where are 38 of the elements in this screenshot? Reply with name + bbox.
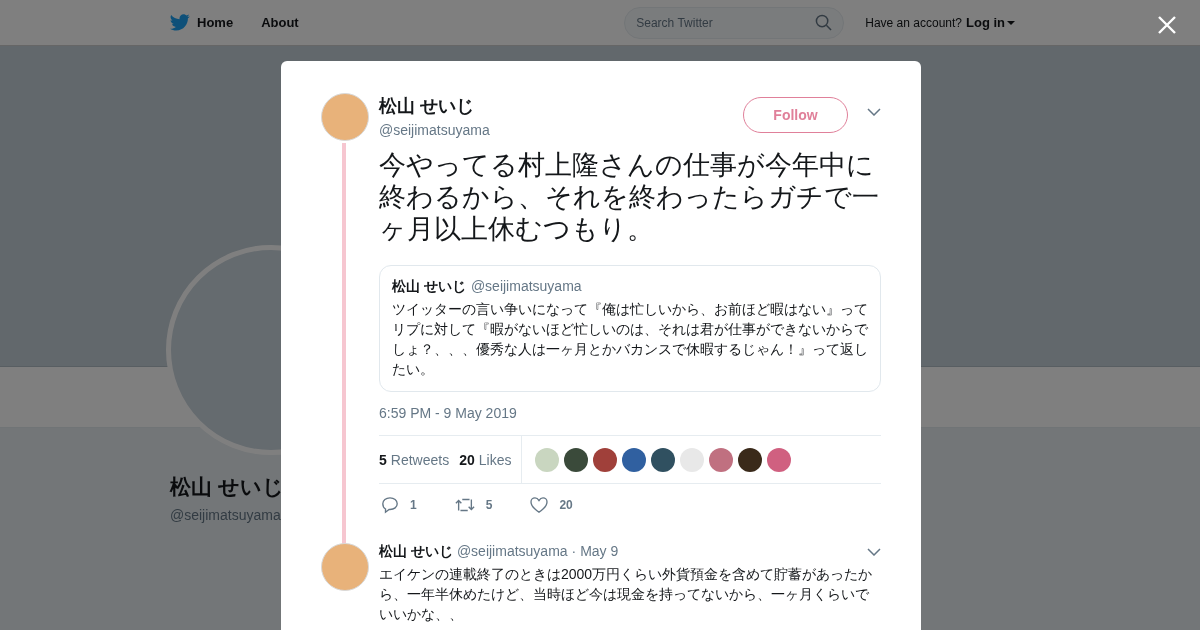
like-count[interactable]: 20 Likes — [459, 436, 523, 483]
action-count: 1 — [410, 498, 417, 512]
liker-avatar[interactable] — [738, 447, 763, 472]
bird-icon — [170, 14, 190, 31]
retweet-count[interactable]: 5 Retweets — [379, 451, 450, 468]
quoted-author-handle: @seijimatsuyama — [470, 278, 582, 294]
tweet-timestamp[interactable]: 6:59 PM - 9 May 2019 — [379, 405, 881, 427]
author-name[interactable]: 松山 せいじ — [379, 94, 743, 118]
quoted-tweet-text: ツイッターの言い争いになって『俺は忙しいから、お前ほど暇はない』ってリプに対して『暇がないほど忙しいのは、それは君が仕事ができないからでしょ？、、、優秀な人は一ヶ月とかバカンスで休暇するじゃん！』って返したい。 — [392, 300, 868, 379]
liker-avatar[interactable] — [593, 447, 618, 472]
action-count: 5 — [485, 498, 493, 512]
reply-text: エイケンの連載終了のときは2000万円くらい外貨預金を含めて貯蓄があったから、一年半休めたけど、当時ほど今は現金を持ってないから、一ヶ月くらいでいいかな、、 — [379, 565, 874, 624]
close-icon[interactable] — [1157, 15, 1177, 35]
nav-link[interactable]: Home — [170, 14, 234, 31]
chevron-down-icon[interactable] — [867, 108, 881, 116]
author-handle[interactable]: @seijimatsuyama — [379, 122, 743, 138]
search-field[interactable]: Search Twitter — [624, 6, 845, 39]
tweet-text: 今やってる村上隆さんの仕事が今年中に終わるから、それを終わったらガチで一ヶ月以上休むつもり。 — [379, 149, 880, 245]
liker-avatar[interactable] — [564, 447, 589, 472]
follow-button[interactable]: Follow — [743, 97, 848, 133]
account-prompt: Have an account? — [865, 15, 962, 30]
action-count: 20 — [559, 498, 573, 512]
profile-handle: @seijimatsuyama — [170, 507, 282, 523]
login-link[interactable]: Log in — [966, 15, 1015, 30]
author-name[interactable]: 松山 せいじ — [379, 543, 453, 561]
liker-avatar[interactable] — [651, 447, 676, 472]
author-handle[interactable]: @seijimatsuyama — [456, 543, 568, 559]
tweet-date[interactable]: · May 9 — [571, 543, 619, 559]
nav-link[interactable]: About — [261, 14, 299, 31]
search-icon — [815, 14, 833, 31]
quoted-author-name: 松山 せいじ — [392, 278, 466, 296]
quoted-tweet[interactable]: 松山 せいじ @seijimatsuyama ツイッターの言い争いになって『俺は忙しいから、お前ほど暇はない』ってリプに対して『暇がないほど忙しいのは、それは君が仕事ができないからでしょ？、、、優秀な人は一ヶ月とかバカンスで休暇するじゃん！』って返したい。 — [379, 265, 881, 392]
chevron-down-icon[interactable] — [867, 548, 881, 556]
retweet-icon[interactable] — [454, 497, 475, 513]
liker-avatar[interactable] — [622, 447, 647, 472]
reply-icon[interactable] — [381, 496, 399, 514]
profile-name: 松山 せいじ — [170, 474, 284, 500]
heart-icon[interactable] — [530, 497, 549, 513]
